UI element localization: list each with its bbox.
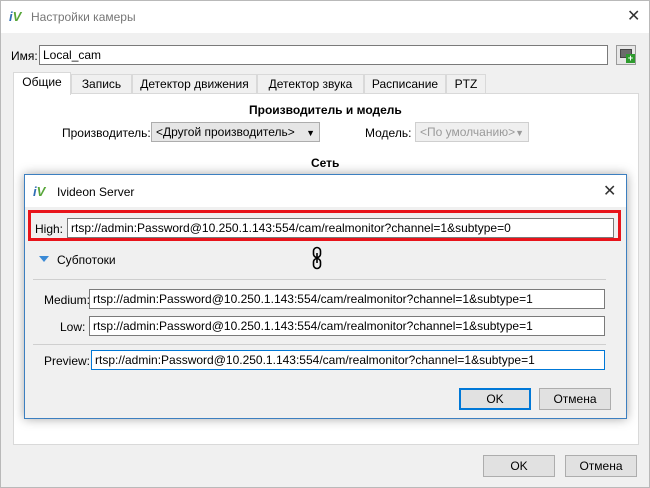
network-section-title: Сеть bbox=[311, 156, 340, 170]
separator bbox=[33, 279, 606, 280]
preview-stream-input[interactable]: rtsp://admin:Password@10.250.1.143:554/c… bbox=[91, 350, 605, 370]
vendor-section-title: Производитель и модель bbox=[249, 103, 402, 117]
titlebar: iV Настройки камеры ✕ bbox=[1, 1, 649, 33]
model-label: Модель: bbox=[365, 126, 412, 140]
plus-icon: + bbox=[626, 53, 635, 63]
model-select[interactable]: <По умолчанию> ▼ bbox=[415, 122, 529, 142]
tab-general[interactable]: Общие bbox=[13, 72, 71, 95]
close-icon[interactable]: ✕ bbox=[627, 9, 640, 25]
ok-button[interactable]: OK bbox=[483, 455, 555, 477]
model-select-value: <По умолчанию> bbox=[420, 125, 516, 139]
dialog-close-icon[interactable]: ✕ bbox=[603, 184, 616, 200]
name-field[interactable]: Local_cam bbox=[39, 45, 608, 65]
vendor-select[interactable]: <Другой производитель> ▼ bbox=[151, 122, 320, 142]
save-camera-button[interactable]: + bbox=[616, 45, 636, 65]
ivideon-logo-icon: iV bbox=[33, 184, 46, 199]
dialog-ok-button[interactable]: OK bbox=[459, 388, 531, 410]
separator bbox=[33, 344, 606, 345]
vendor-select-value: <Другой производитель> bbox=[156, 125, 295, 139]
high-row-highlight bbox=[28, 210, 621, 241]
window-title: Настройки камеры bbox=[31, 10, 136, 24]
name-label: Имя: bbox=[11, 49, 38, 63]
medium-label: Medium: bbox=[44, 293, 91, 307]
tab-recording[interactable]: Запись bbox=[71, 74, 132, 94]
expand-triangle-icon[interactable] bbox=[39, 256, 49, 262]
chevron-down-icon: ▼ bbox=[515, 128, 524, 138]
link-icon[interactable] bbox=[312, 246, 322, 270]
preview-label: Preview: bbox=[44, 354, 91, 368]
low-stream-input[interactable]: rtsp://admin:Password@10.250.1.143:554/c… bbox=[89, 316, 605, 336]
medium-stream-input[interactable]: rtsp://admin:Password@10.250.1.143:554/c… bbox=[89, 289, 605, 309]
substreams-label[interactable]: Субпотоки bbox=[57, 253, 116, 267]
tab-ptz[interactable]: PTZ bbox=[446, 74, 486, 94]
cancel-button[interactable]: Отмена bbox=[565, 455, 637, 477]
tab-schedule[interactable]: Расписание bbox=[364, 74, 446, 94]
tab-motion-detector[interactable]: Детектор движения bbox=[132, 74, 257, 94]
dialog-titlebar: iV Ivideon Server ✕ bbox=[25, 175, 626, 207]
low-label: Low: bbox=[60, 320, 86, 334]
ivideon-logo-icon: iV bbox=[9, 9, 22, 24]
tab-sound-detector[interactable]: Детектор звука bbox=[257, 74, 364, 94]
dialog-title: Ivideon Server bbox=[57, 185, 135, 199]
vendor-label: Производитель: bbox=[62, 126, 151, 140]
dialog-cancel-button[interactable]: Отмена bbox=[539, 388, 611, 410]
chevron-down-icon: ▼ bbox=[306, 128, 315, 138]
